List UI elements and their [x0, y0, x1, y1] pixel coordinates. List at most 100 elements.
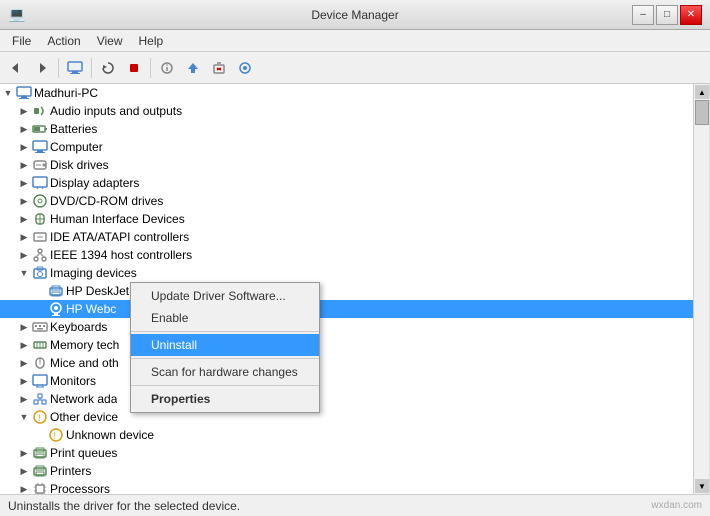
keyboard-icon	[32, 319, 48, 335]
tree-item-network[interactable]: ▶ Network ada	[0, 390, 709, 408]
tree-label-mice: Mice and oth	[50, 356, 119, 370]
minimize-button[interactable]: –	[632, 5, 654, 25]
processor-icon	[32, 481, 48, 494]
expand-icon-print-queues: ▶	[18, 447, 30, 459]
audio-icon	[32, 103, 48, 119]
ieee-icon	[32, 247, 48, 263]
tree-item-madhuri-pc[interactable]: ▼ Madhuri-PC	[0, 84, 709, 102]
expand-icon-printers: ▶	[18, 465, 30, 477]
tree-item-print-queues[interactable]: ▶ Print queues	[0, 444, 709, 462]
computer2-icon	[32, 139, 48, 155]
expand-icon-ide: ▶	[18, 231, 30, 243]
tree-item-ieee[interactable]: ▶ IEEE 1394 host controllers	[0, 246, 709, 264]
tree-label-processors: Processors	[50, 482, 110, 494]
tree-scroll[interactable]: ▼ Madhuri-PC ▶ Audio inputs and outputs …	[0, 84, 709, 494]
expand-icon-imaging: ▼	[18, 267, 30, 279]
refresh-button[interactable]	[96, 56, 120, 80]
update-driver-toolbar-button[interactable]	[181, 56, 205, 80]
main-area: ▼ Madhuri-PC ▶ Audio inputs and outputs …	[0, 84, 710, 494]
tree-item-printers[interactable]: ▶ Printers	[0, 462, 709, 480]
back-button[interactable]	[4, 56, 28, 80]
toolbar	[0, 52, 710, 84]
ctx-sep-1	[131, 331, 319, 332]
toolbar-sep-3	[150, 58, 151, 78]
webcam-icon	[48, 301, 64, 317]
tree-label-unknown: Unknown device	[66, 428, 154, 442]
tree-label-imaging: Imaging devices	[50, 266, 137, 280]
tree-item-mice[interactable]: ▶ Mice and oth	[0, 354, 709, 372]
tree-label-audio: Audio inputs and outputs	[50, 104, 182, 118]
title-bar-buttons: – □ ✕	[632, 5, 702, 25]
forward-button[interactable]	[30, 56, 54, 80]
status-bar: Uninstalls the driver for the selected d…	[0, 494, 710, 516]
dvd-icon	[32, 193, 48, 209]
uninstall-toolbar-button[interactable]	[207, 56, 231, 80]
svg-text:!: !	[54, 431, 57, 441]
stop-button[interactable]	[122, 56, 146, 80]
ctx-update-driver[interactable]: Update Driver Software...	[131, 285, 319, 307]
tree-item-dvd[interactable]: ▶ DVD/CD-ROM drives	[0, 192, 709, 210]
title-bar-left: 💻	[8, 6, 25, 23]
tree-item-display[interactable]: ▶ Display adapters	[0, 174, 709, 192]
menu-action[interactable]: Action	[39, 32, 88, 50]
tree-item-processors[interactable]: ▶ Processors	[0, 480, 709, 494]
unknown-icon: !	[48, 427, 64, 443]
menu-view[interactable]: View	[89, 32, 131, 50]
tree-item-hid[interactable]: ▶ Human Interface Devices	[0, 210, 709, 228]
imaging-icon	[32, 265, 48, 281]
print-queue-icon	[32, 445, 48, 461]
tree-label-hid: Human Interface Devices	[50, 212, 185, 226]
mouse-icon	[32, 355, 48, 371]
tree-item-hp-webcam[interactable]: HP Webc	[0, 300, 709, 318]
tree-label-hp-webcam: HP Webc	[66, 302, 116, 316]
title-bar: 💻 Device Manager – □ ✕	[0, 0, 710, 30]
scrollbar-track[interactable]: ▲ ▼	[693, 84, 709, 494]
tree-item-monitors[interactable]: ▶ Monitors	[0, 372, 709, 390]
tree-item-memory[interactable]: ▶ Memory tech	[0, 336, 709, 354]
ctx-properties[interactable]: Properties	[131, 388, 319, 410]
tree-label-computer: Computer	[50, 140, 103, 154]
tree-label-batteries: Batteries	[50, 122, 97, 136]
computer-icon	[16, 85, 32, 101]
tree-label-ide: IDE ATA/ATAPI controllers	[50, 230, 189, 244]
tree-item-audio[interactable]: ▶ Audio inputs and outputs	[0, 102, 709, 120]
scan-toolbar-button[interactable]	[233, 56, 257, 80]
tree-item-keyboards[interactable]: ▶ Keyboards	[0, 318, 709, 336]
expand-icon-other: ▼	[18, 411, 30, 423]
menu-file[interactable]: File	[4, 32, 39, 50]
expand-icon-ieee: ▶	[18, 249, 30, 261]
ctx-enable[interactable]: Enable	[131, 307, 319, 329]
tree-label-ieee: IEEE 1394 host controllers	[50, 248, 192, 262]
tree-item-ide[interactable]: ▶ IDE ATA/ATAPI controllers	[0, 228, 709, 246]
network-icon	[32, 391, 48, 407]
ctx-sep-3	[131, 385, 319, 386]
svg-text:!: !	[38, 413, 41, 423]
computer-button[interactable]	[63, 56, 87, 80]
expand-icon-mice: ▶	[18, 357, 30, 369]
tree-label-disk: Disk drives	[50, 158, 109, 172]
tree-item-hp-deskjet[interactable]: HP DeskJet 3830 series (NET)	[0, 282, 709, 300]
tree-item-unknown[interactable]: ! Unknown device	[0, 426, 709, 444]
printer-icon	[48, 283, 64, 299]
tree-item-computer[interactable]: ▶ Computer	[0, 138, 709, 156]
battery-icon	[32, 121, 48, 137]
tree-label-madhuri-pc: Madhuri-PC	[34, 86, 98, 100]
tree-item-other[interactable]: ▼ ! Other device	[0, 408, 709, 426]
restore-button[interactable]: □	[656, 5, 678, 25]
display-icon	[32, 175, 48, 191]
expand-icon-memory: ▶	[18, 339, 30, 351]
properties-toolbar-button[interactable]	[155, 56, 179, 80]
expand-icon-unknown	[34, 429, 46, 441]
menu-help[interactable]: Help	[131, 32, 172, 50]
ctx-scan[interactable]: Scan for hardware changes	[131, 361, 319, 383]
ctx-uninstall[interactable]: Uninstall	[131, 334, 319, 356]
expand-icon-disk: ▶	[18, 159, 30, 171]
tree-item-disk[interactable]: ▶ Disk drives	[0, 156, 709, 174]
tree-label-dvd: DVD/CD-ROM drives	[50, 194, 163, 208]
tree-item-imaging[interactable]: ▼ Imaging devices	[0, 264, 709, 282]
scrollbar-thumb[interactable]	[695, 100, 709, 125]
close-button[interactable]: ✕	[680, 5, 702, 25]
expand-icon-audio: ▶	[18, 105, 30, 117]
hid-icon	[32, 211, 48, 227]
tree-item-batteries[interactable]: ▶ Batteries	[0, 120, 709, 138]
